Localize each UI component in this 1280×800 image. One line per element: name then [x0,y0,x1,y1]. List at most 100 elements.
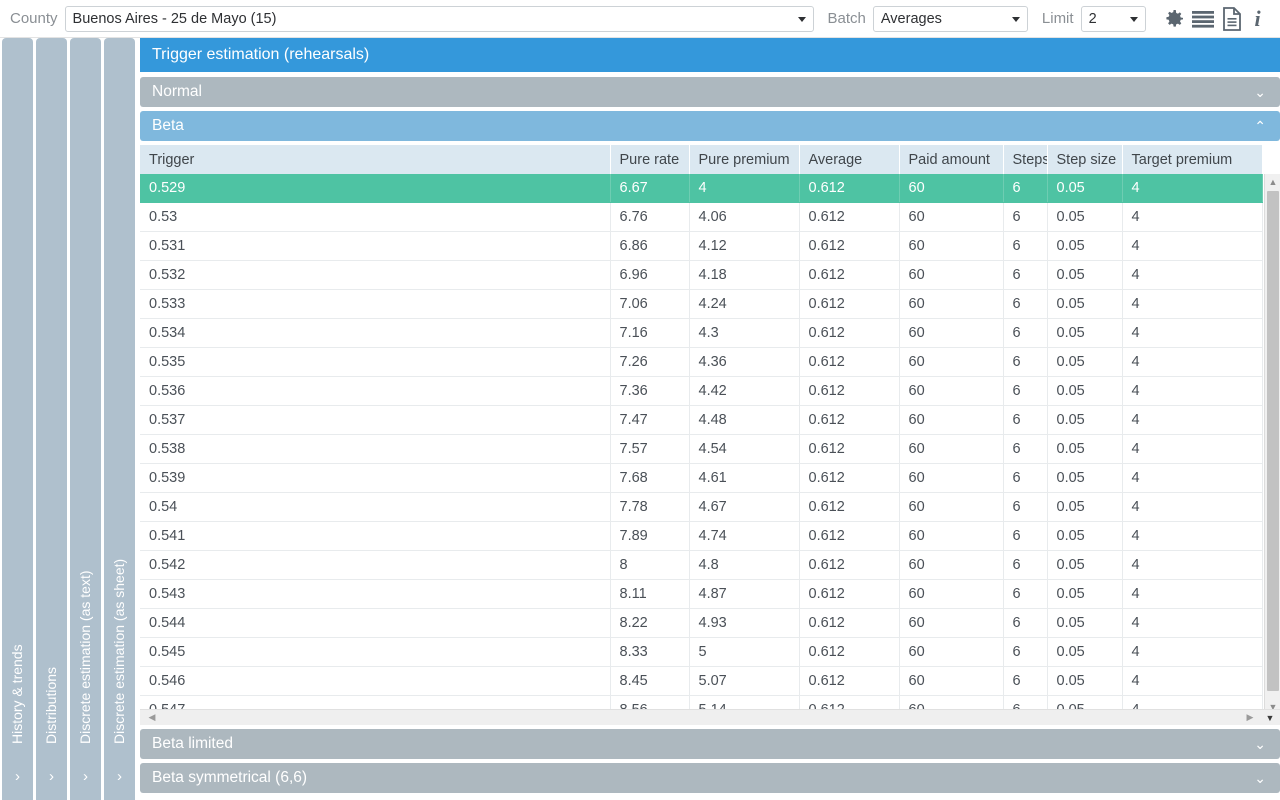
chevron-up-icon[interactable]: ⌃ [1254,119,1266,133]
sidebar-item-distributions[interactable]: Distributions › [36,38,67,800]
panel-header-beta[interactable]: Beta ⌃ [140,111,1280,141]
table-cell: 4.18 [689,260,800,290]
table-cell: 0.612 [799,550,900,580]
table-row[interactable]: 0.531 6.86 4.12 0.612 60 6 0.05 4 [140,231,1263,261]
table-cell: 0.536 [140,376,611,406]
table-cell: 4 [1122,202,1263,232]
table-cell: 0.546 [140,666,611,696]
document-page-icon[interactable] [1219,6,1245,32]
county-select[interactable]: Buenos Aires - 25 de Mayo (15) [64,5,814,32]
sidebar-item-discrete-estimation-as-text[interactable]: Discrete estimation (as text) › [70,38,101,800]
panel-header-label: Normal [152,83,202,100]
chevron-right-icon[interactable]: › [104,769,135,784]
table-cell: 60 [899,579,1004,609]
scroll-right-arrow-icon[interactable]: ▶ [1242,710,1258,725]
table-cell: 60 [899,434,1004,464]
table-cell: 0.54 [140,492,611,522]
table-cell: 0.05 [1047,202,1123,232]
chevron-right-icon[interactable]: › [2,769,33,784]
table-row[interactable]: 0.545 8.33 5 0.612 60 6 0.05 4 [140,637,1263,667]
table-cell: 4.12 [689,231,800,261]
table-row[interactable]: 0.543 8.11 4.87 0.612 60 6 0.05 4 [140,579,1263,609]
scroll-corner-down-icon[interactable]: ▼ [1262,710,1278,725]
table-row[interactable]: 0.535 7.26 4.36 0.612 60 6 0.05 4 [140,347,1263,377]
table-row[interactable]: 0.534 7.16 4.3 0.612 60 6 0.05 4 [140,318,1263,348]
chevron-down-icon[interactable]: ⌄ [1254,85,1266,99]
sidebar-item-discrete-estimation-as-sheet[interactable]: Discrete estimation (as sheet) › [104,38,135,800]
table-row[interactable]: 0.536 7.36 4.42 0.612 60 6 0.05 4 [140,376,1263,406]
column-header-pure-premium[interactable]: Pure premium [689,145,800,174]
table-row[interactable]: 0.54 7.78 4.67 0.612 60 6 0.05 4 [140,492,1263,522]
table-cell: 0.05 [1047,608,1123,638]
table-cell: 8.22 [610,608,690,638]
gear-icon[interactable] [1161,6,1187,32]
panel-header-beta-limited[interactable]: Beta limited ⌄ [140,729,1280,759]
column-header-step-size[interactable]: Step size [1047,145,1123,174]
table-cell: 0.541 [140,521,611,551]
table-row[interactable]: 0.542 8 4.8 0.612 60 6 0.05 4 [140,550,1263,580]
table-row[interactable]: 0.544 8.22 4.93 0.612 60 6 0.05 4 [140,608,1263,638]
limit-select[interactable]: 2 [1080,5,1146,32]
table-cell: 4 [1122,231,1263,261]
table-cell: 5.07 [689,666,800,696]
scroll-up-arrow-icon[interactable]: ▲ [1265,174,1280,190]
chevron-right-icon[interactable]: › [36,769,67,784]
table-row[interactable]: 0.532 6.96 4.18 0.612 60 6 0.05 4 [140,260,1263,290]
chevron-down-icon[interactable]: ⌄ [1254,737,1266,751]
table-cell: 4 [1122,405,1263,435]
table-cell: 4 [1122,608,1263,638]
panel-header-label: Beta limited [152,735,233,752]
table-cell: 4.24 [689,289,800,319]
table-cell: 0.612 [799,231,900,261]
table-cell: 0.533 [140,289,611,319]
sidebar-item-label: Discrete estimation (as text) [77,570,93,745]
table-cell: 4 [689,174,800,203]
table-cell: 0.05 [1047,463,1123,493]
table-row[interactable]: 0.53 6.76 4.06 0.612 60 6 0.05 4 [140,202,1263,232]
table-cell: 60 [899,260,1004,290]
panel-header-normal[interactable]: Normal ⌄ [140,77,1280,107]
table-row[interactable]: 0.539 7.68 4.61 0.612 60 6 0.05 4 [140,463,1263,493]
sidebar-item-history-trends[interactable]: History & trends › [2,38,33,800]
table-cell: 7.36 [610,376,690,406]
table-cell: 4 [1122,347,1263,377]
column-header-average[interactable]: Average [799,145,900,174]
column-header-trigger[interactable]: Trigger [140,145,611,174]
panel-header-beta-symmetrical[interactable]: Beta symmetrical (6,6) ⌄ [140,763,1280,793]
table-cell: 0.05 [1047,231,1123,261]
table-cell: 0.532 [140,260,611,290]
hamburger-list-icon[interactable] [1190,6,1216,32]
chevron-down-icon[interactable]: ⌄ [1254,771,1266,785]
table-cell: 0.612 [799,492,900,522]
table-row[interactable]: 0.537 7.47 4.48 0.612 60 6 0.05 4 [140,405,1263,435]
table-cell: 4.87 [689,579,800,609]
vertical-scroll-thumb[interactable] [1267,191,1279,691]
table-cell: 0.05 [1047,637,1123,667]
table-cell: 60 [899,492,1004,522]
column-header-paid-amount[interactable]: Paid amount [899,145,1004,174]
table-cell: 0.05 [1047,174,1123,203]
scroll-left-arrow-icon[interactable]: ◀ [144,710,160,725]
chevron-right-icon[interactable]: › [70,769,101,784]
table-row[interactable]: 0.546 8.45 5.07 0.612 60 6 0.05 4 [140,666,1263,696]
batch-label: Batch [827,10,866,27]
batch-select[interactable]: Averages [872,5,1028,32]
column-header-steps[interactable]: Steps [1003,145,1048,174]
table-horizontal-scrollbar[interactable]: ◀ ▶ ▼ [140,709,1280,725]
table-cell: 6 [1003,260,1048,290]
table-row[interactable]: 0.538 7.57 4.54 0.612 60 6 0.05 4 [140,434,1263,464]
table-cell: 6 [1003,434,1048,464]
table-row[interactable]: 0.533 7.06 4.24 0.612 60 6 0.05 4 [140,289,1263,319]
table-cell: 0.05 [1047,492,1123,522]
table-cell: 0.05 [1047,579,1123,609]
table-row[interactable]: 0.541 7.89 4.74 0.612 60 6 0.05 4 [140,521,1263,551]
column-header-target-premium[interactable]: Target premium [1122,145,1263,174]
table-vertical-scrollbar[interactable]: ▲ ▼ [1264,174,1280,715]
info-icon[interactable]: i [1248,6,1268,32]
left-tab-rail: History & trends › Distributions › Discr… [0,38,138,800]
table-row[interactable]: 0.529 6.67 4 0.612 60 6 0.05 4 [140,174,1263,203]
column-header-pure-rate[interactable]: Pure rate [610,145,690,174]
tab-label-holder: Discrete estimation (as sheet) [104,44,135,744]
table-cell: 0.543 [140,579,611,609]
limit-label: Limit [1041,10,1074,27]
